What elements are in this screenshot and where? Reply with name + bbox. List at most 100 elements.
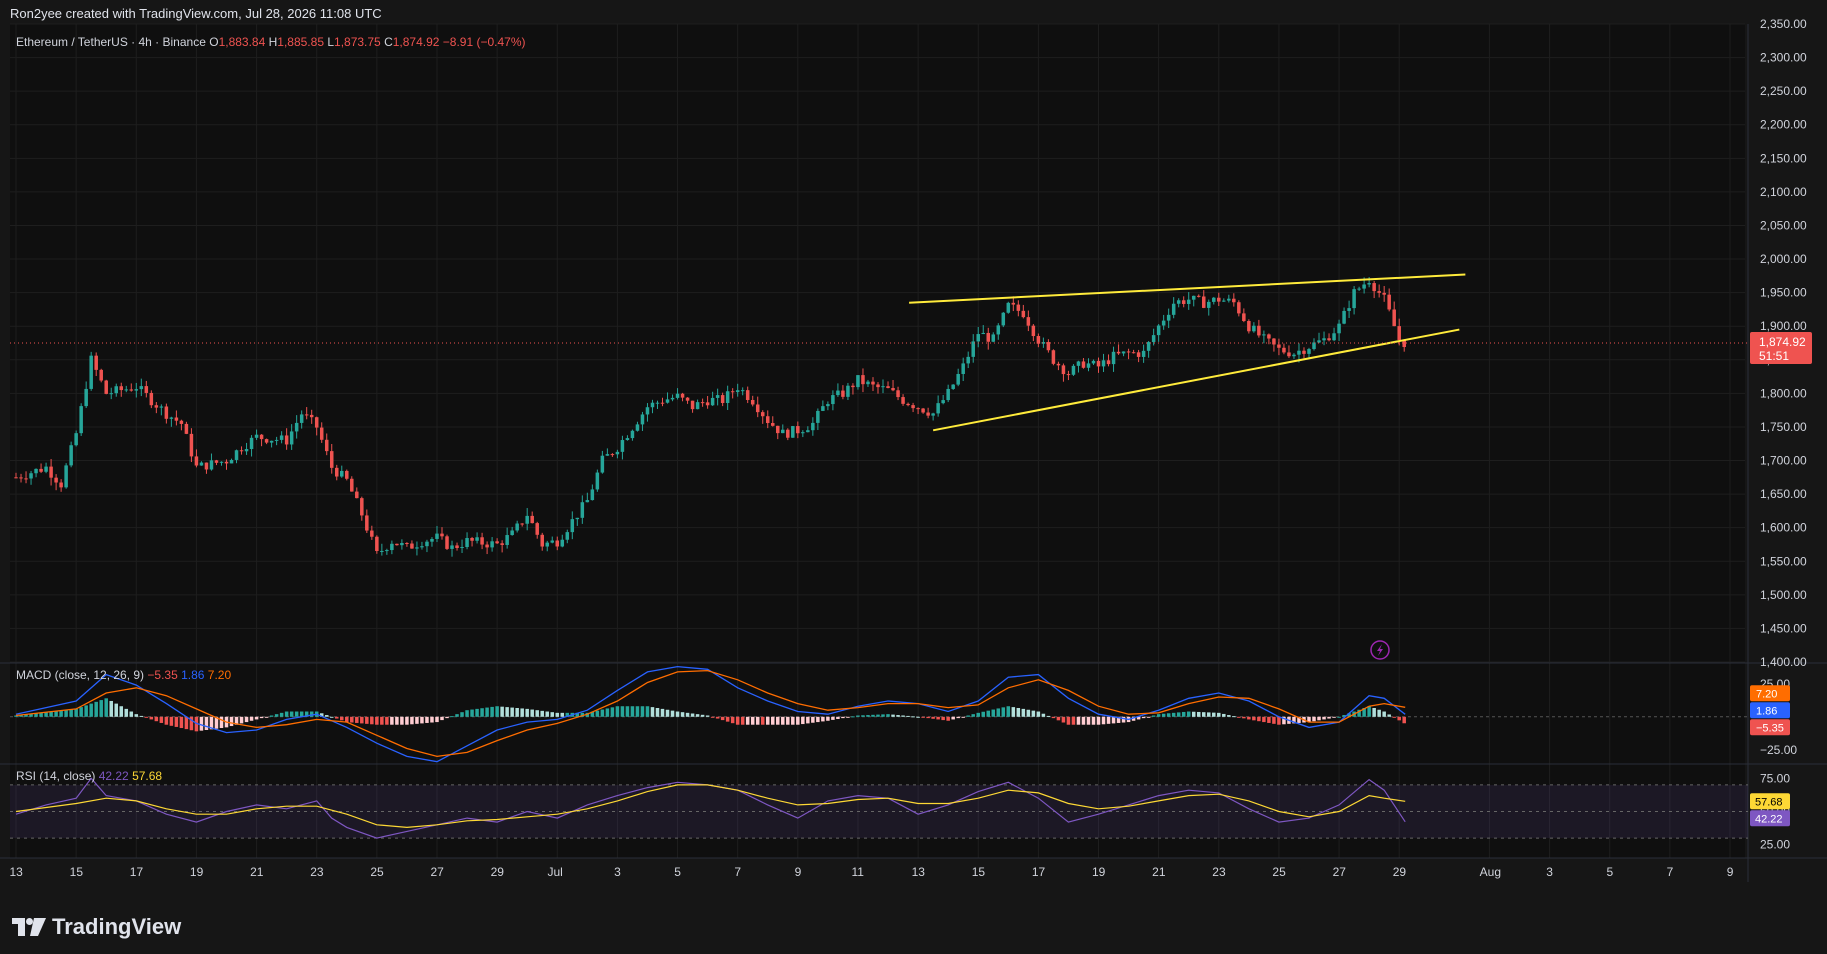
macd-bar bbox=[1036, 711, 1041, 717]
candle-body bbox=[520, 523, 524, 525]
candle-body bbox=[655, 402, 660, 404]
macd-bar bbox=[525, 708, 529, 717]
macd-bar bbox=[1332, 716, 1336, 718]
candle-body bbox=[1367, 283, 1371, 285]
macd-bar bbox=[1161, 713, 1166, 717]
macd-bar bbox=[470, 709, 474, 717]
candle-body bbox=[24, 478, 28, 480]
brand-logo: TradingView bbox=[12, 914, 181, 940]
candle-body bbox=[79, 406, 83, 434]
macd-bar bbox=[1242, 716, 1246, 719]
candle-body bbox=[690, 400, 695, 410]
candle-body bbox=[580, 502, 585, 518]
macd-bar bbox=[680, 712, 685, 717]
macd-bar bbox=[294, 711, 299, 717]
candle-body bbox=[660, 402, 665, 404]
candle-body bbox=[1222, 300, 1226, 302]
macd-bar bbox=[700, 714, 705, 717]
chart-stage[interactable]: Ron2yee created with TradingView.com, Ju… bbox=[0, 0, 1827, 954]
macd-bar bbox=[425, 716, 429, 723]
macd-bar bbox=[605, 708, 610, 717]
chart-canvas[interactable]: 2,350.00 2,300.00 2,250.00 2,200.00 2,150.00… bbox=[0, 0, 1827, 954]
macd-bar bbox=[84, 705, 88, 717]
candle-body bbox=[224, 461, 229, 464]
price-tick-label: 1,900.00 bbox=[1760, 319, 1807, 333]
macd-bar bbox=[831, 716, 835, 720]
candle-body bbox=[806, 430, 810, 433]
macd-bar bbox=[460, 712, 464, 717]
price-tick-label: 1,700.00 bbox=[1760, 454, 1807, 468]
macd-bar bbox=[776, 716, 780, 725]
candle-body bbox=[144, 386, 149, 393]
macd-bar bbox=[896, 715, 900, 717]
legend-part: 1,873.75 bbox=[334, 35, 384, 49]
candle-body bbox=[720, 395, 725, 403]
candle-body bbox=[89, 355, 93, 389]
macd-bar bbox=[931, 716, 935, 719]
time-tick-label: 5 bbox=[674, 865, 681, 879]
macd-bar bbox=[415, 716, 419, 724]
candle-body bbox=[1347, 308, 1351, 311]
macd-bar bbox=[440, 716, 444, 721]
candle-body bbox=[821, 406, 825, 411]
price-tick-label: 1,950.00 bbox=[1760, 286, 1807, 300]
candle-body bbox=[615, 451, 620, 455]
candle-body bbox=[1201, 296, 1206, 308]
macd-bar bbox=[655, 708, 660, 717]
candle-body bbox=[1196, 295, 1201, 297]
macd-bar bbox=[114, 703, 118, 717]
candle-body bbox=[49, 466, 53, 478]
candle-body bbox=[1297, 350, 1301, 355]
candle-body bbox=[901, 397, 905, 404]
macd-bar bbox=[1111, 716, 1116, 724]
macd-bar bbox=[124, 708, 129, 717]
macd-bar bbox=[510, 707, 514, 717]
macd-bar bbox=[1176, 712, 1181, 717]
candle-body bbox=[796, 426, 800, 434]
macd-bar bbox=[169, 716, 174, 726]
macd-bar bbox=[675, 711, 680, 717]
candle-body bbox=[405, 542, 409, 544]
macd-bar bbox=[1181, 711, 1186, 717]
candle-body bbox=[435, 533, 439, 539]
macd-bar bbox=[1312, 716, 1316, 722]
candle-body bbox=[1322, 338, 1326, 341]
macd-bar bbox=[891, 714, 895, 717]
macd-bar bbox=[630, 706, 635, 717]
time-tick-label: 15 bbox=[70, 865, 84, 879]
candle-body bbox=[961, 363, 965, 374]
macd-bar bbox=[971, 714, 975, 717]
macd-bar bbox=[74, 708, 78, 717]
macd-bar bbox=[836, 716, 840, 719]
macd-bar bbox=[936, 716, 940, 720]
candle-body bbox=[1387, 294, 1391, 310]
price-tick-label: 2,250.00 bbox=[1760, 84, 1807, 98]
macd-bar bbox=[375, 716, 379, 725]
candle-body bbox=[540, 534, 544, 547]
macd-bar bbox=[595, 710, 600, 717]
macd-bar bbox=[1166, 713, 1171, 717]
candle-body bbox=[911, 405, 915, 409]
candle-body bbox=[1161, 320, 1166, 326]
candle-body bbox=[350, 478, 354, 492]
macd-bar bbox=[59, 710, 63, 717]
candle-body bbox=[670, 397, 675, 400]
macd-bar bbox=[1222, 713, 1226, 717]
macd-bar bbox=[1217, 712, 1221, 717]
price-tick-label: 1,800.00 bbox=[1760, 386, 1807, 400]
price-tick-label: 2,100.00 bbox=[1760, 185, 1807, 199]
macd-bar bbox=[765, 716, 770, 725]
candle-body bbox=[525, 515, 529, 524]
candle-body bbox=[1327, 338, 1331, 341]
candle-body bbox=[209, 460, 214, 470]
candle-body bbox=[951, 384, 955, 389]
macd-bar bbox=[976, 712, 980, 717]
tradingview-logo-icon bbox=[12, 918, 46, 936]
candle-body bbox=[665, 399, 670, 403]
candle-body bbox=[565, 532, 570, 540]
candle-body bbox=[505, 535, 509, 545]
macd-bar bbox=[745, 716, 750, 725]
macd-bar bbox=[816, 716, 820, 723]
candle-body bbox=[600, 455, 605, 473]
candle-body bbox=[560, 539, 565, 547]
